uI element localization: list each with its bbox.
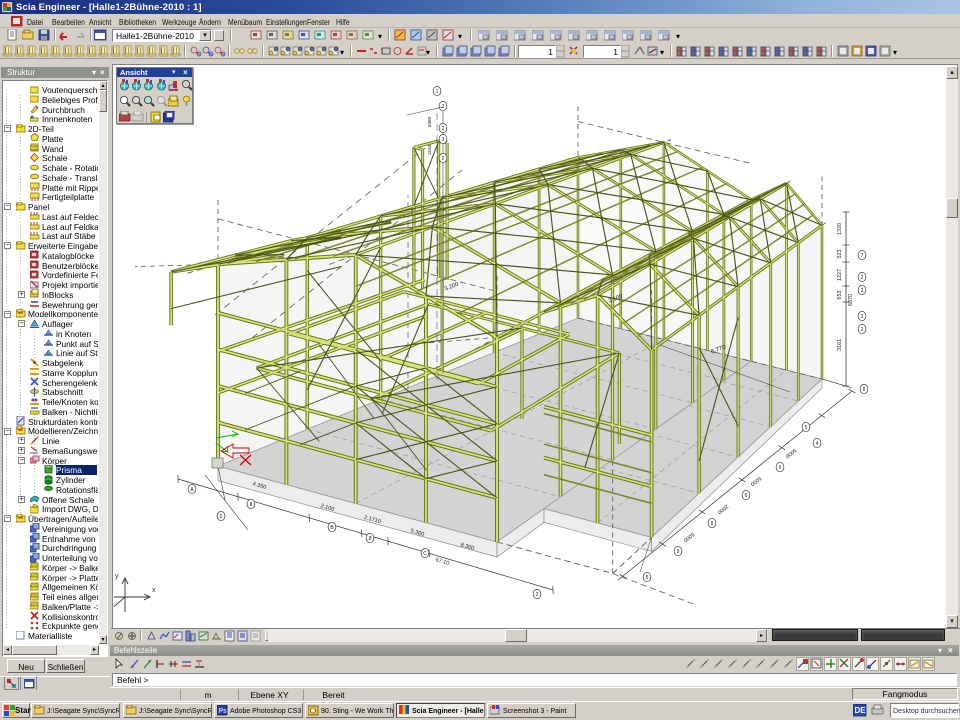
svg-text:4: 4 bbox=[816, 441, 819, 447]
svg-text:x: x bbox=[152, 587, 156, 594]
svg-text:8: 8 bbox=[863, 387, 866, 393]
svg-text:8: 8 bbox=[369, 536, 372, 542]
svg-text:2: 2 bbox=[442, 156, 445, 162]
svg-text:2: 2 bbox=[442, 104, 445, 110]
svg-text:3: 3 bbox=[861, 314, 864, 320]
svg-text:5000: 5000 bbox=[749, 475, 762, 487]
svg-text:2: 2 bbox=[442, 126, 445, 132]
svg-text:2: 2 bbox=[861, 288, 864, 294]
svg-text:1: 1 bbox=[436, 89, 439, 95]
svg-text:1320: 1320 bbox=[837, 223, 843, 235]
svg-text:Ps: Ps bbox=[219, 708, 228, 715]
svg-text:0: 0 bbox=[220, 514, 223, 520]
svg-text:1533: 1533 bbox=[427, 144, 433, 155]
svg-text:653: 653 bbox=[837, 291, 843, 300]
svg-text:523: 523 bbox=[837, 250, 843, 259]
svg-text:9: 9 bbox=[677, 549, 680, 555]
svg-text:6: 6 bbox=[745, 493, 748, 499]
svg-text:1227: 1227 bbox=[837, 269, 843, 281]
svg-text:C: C bbox=[423, 551, 427, 557]
svg-text:3161: 3161 bbox=[837, 339, 843, 351]
svg-text:DE: DE bbox=[855, 706, 867, 715]
svg-text:2000: 2000 bbox=[716, 503, 729, 515]
svg-text:5: 5 bbox=[805, 425, 808, 431]
svg-text:5000: 5000 bbox=[784, 447, 797, 459]
svg-text:5000: 5000 bbox=[682, 531, 695, 543]
svg-text:5: 5 bbox=[646, 575, 649, 581]
svg-text:2: 2 bbox=[861, 327, 864, 333]
svg-text:2: 2 bbox=[861, 275, 864, 281]
svg-text:y: y bbox=[115, 573, 119, 580]
svg-text:8: 8 bbox=[250, 502, 253, 508]
svg-text:6870: 6870 bbox=[848, 294, 854, 306]
svg-text:5980: 5980 bbox=[427, 116, 433, 127]
svg-text:3: 3 bbox=[442, 137, 445, 143]
svg-text:8: 8 bbox=[711, 521, 714, 527]
svg-text:2: 2 bbox=[536, 592, 539, 598]
svg-text:6: 6 bbox=[779, 465, 782, 471]
svg-text:7: 7 bbox=[861, 253, 864, 259]
